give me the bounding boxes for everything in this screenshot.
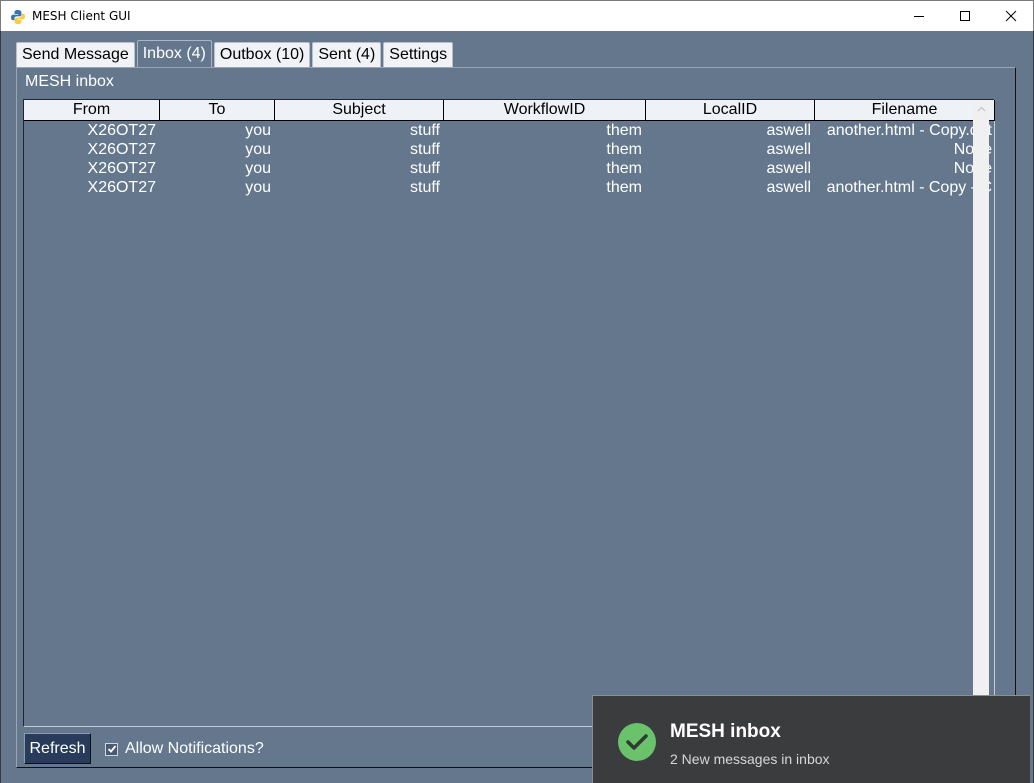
cell-localid: aswell	[766, 179, 811, 196]
allow-notifications-label: Allow Notifications?	[125, 740, 264, 757]
cell-from: X26OT27	[87, 122, 156, 139]
column-header-from[interactable]: From	[24, 100, 160, 121]
tab-inbox[interactable]: Inbox (4)	[136, 40, 212, 67]
column-header-localid[interactable]: LocalID	[646, 100, 815, 121]
cell-filename: None	[815, 141, 995, 160]
close-icon	[1005, 10, 1017, 22]
column-header-to[interactable]: To	[160, 100, 275, 121]
table-row[interactable]: X26OT27 you stuff them aswell None	[24, 141, 995, 160]
allow-notifications-checkbox[interactable]: Allow Notifications?	[105, 740, 264, 758]
cell-subject: stuff	[410, 160, 440, 177]
minimize-button[interactable]	[896, 1, 942, 31]
python-app-icon	[11, 10, 25, 24]
cell-filename: None	[815, 160, 995, 179]
cell-subject: stuff	[410, 179, 440, 196]
cell-from: X26OT27	[87, 160, 156, 177]
notification-toast[interactable]: MESH inbox 2 New messages in inbox	[592, 695, 1030, 783]
cell-to: you	[245, 141, 271, 158]
cell-to: you	[245, 179, 271, 196]
panel-title: MESH inbox	[25, 73, 114, 90]
column-header-subject[interactable]: Subject	[275, 100, 444, 121]
title-bar: MESH Client GUI	[0, 0, 1034, 31]
cell-filename: another.html - Copy.dat	[826, 122, 992, 139]
table-row[interactable]: X26OT27 you stuff them aswell None	[24, 160, 995, 179]
cell-to: you	[245, 160, 271, 177]
column-header-filename[interactable]: Filename	[815, 100, 995, 121]
tab-outbox[interactable]: Outbox (10)	[213, 42, 311, 67]
cell-localid: aswell	[766, 141, 811, 158]
tab-settings[interactable]: Settings	[383, 42, 454, 67]
column-header-workflowid[interactable]: WorkflowID	[444, 100, 646, 121]
toast-title: MESH inbox	[670, 721, 781, 742]
cell-from: X26OT27	[87, 141, 156, 158]
cell-workflowid: them	[606, 122, 642, 139]
cell-localid: aswell	[766, 122, 811, 139]
table-header: From To Subject WorkflowID LocalID Filen…	[24, 100, 995, 121]
table-body: X26OT27 you stuff them aswell another.ht…	[24, 122, 995, 198]
tab-bar: Send Message Inbox (4) Outbox (10) Sent …	[16, 40, 455, 67]
table-scrollbar[interactable]	[973, 100, 989, 700]
cell-subject: stuff	[410, 141, 440, 158]
refresh-button[interactable]: Refresh	[24, 733, 91, 764]
cell-filename: another.html - Copy - C	[826, 179, 992, 196]
maximize-button[interactable]	[942, 1, 988, 31]
window-title: MESH Client GUI	[32, 9, 131, 23]
minimize-icon	[914, 16, 924, 17]
maximize-icon	[960, 11, 970, 21]
check-circle-icon	[618, 723, 656, 761]
cell-workflowid: them	[606, 179, 642, 196]
chevron-up-icon	[977, 106, 985, 111]
cell-workflowid: them	[606, 141, 642, 158]
tab-send-message[interactable]: Send Message	[16, 42, 135, 67]
table-row[interactable]: X26OT27 you stuff them aswell another.ht…	[24, 122, 995, 141]
toast-message: 2 New messages in inbox	[670, 751, 830, 767]
cell-subject: stuff	[410, 122, 440, 139]
checkmark-icon	[107, 745, 116, 753]
table-row[interactable]: X26OT27 you stuff them aswell another.ht…	[24, 179, 995, 198]
cell-workflowid: them	[606, 160, 642, 177]
inbox-table: From To Subject WorkflowID LocalID Filen…	[23, 99, 995, 727]
cell-from: X26OT27	[87, 179, 156, 196]
checkbox-box[interactable]	[105, 742, 118, 756]
scroll-up-button[interactable]	[973, 100, 989, 117]
close-button[interactable]	[988, 1, 1034, 31]
inbox-panel: MESH inbox From To Subject WorkflowID Lo…	[16, 67, 1016, 768]
cell-localid: aswell	[766, 160, 811, 177]
cell-to: you	[245, 122, 271, 139]
tab-sent[interactable]: Sent (4)	[312, 42, 382, 67]
